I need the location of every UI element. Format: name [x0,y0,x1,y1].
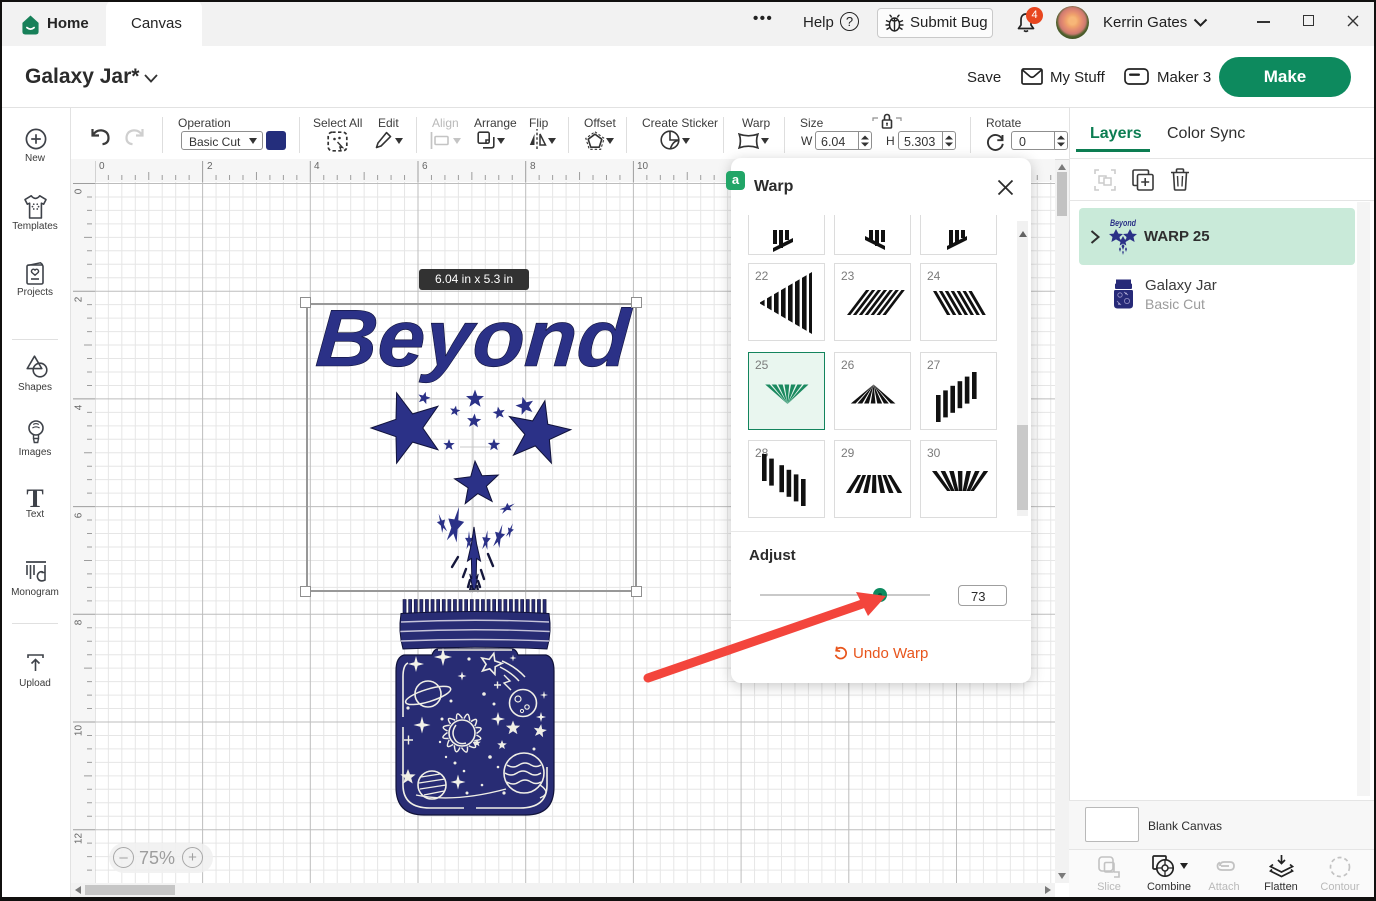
svg-text:Beyond: Beyond [1110,218,1136,228]
